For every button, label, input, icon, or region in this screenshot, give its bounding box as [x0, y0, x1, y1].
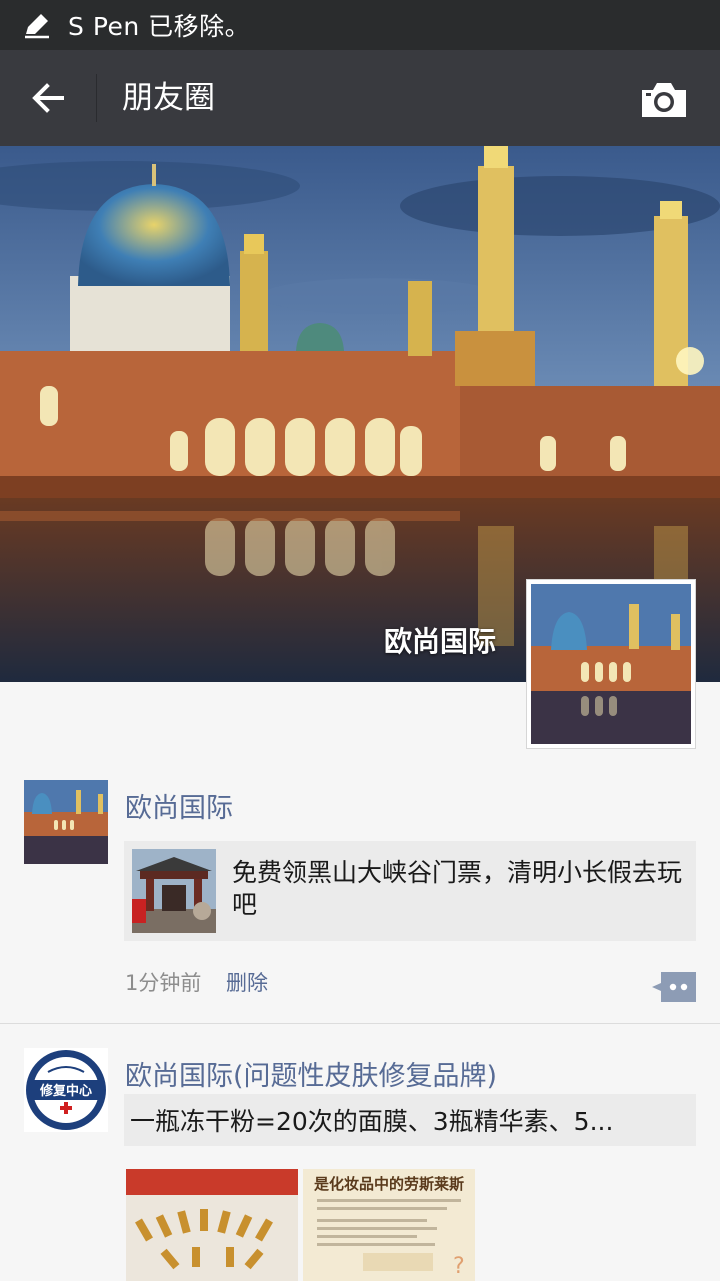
shared-link-card[interactable]: 免费领黑山大峡谷门票，清明小长假去玩吧 [124, 841, 696, 941]
post-caption[interactable]: 一瓶冻干粉=20次的面膜、3瓶精华素、5... [124, 1094, 696, 1146]
post-caption-text: 一瓶冻干粉=20次的面膜、3瓶精华素、5... [130, 1107, 614, 1136]
post-divider [0, 1023, 720, 1024]
vials-image [126, 1169, 298, 1281]
back-arrow-icon[interactable] [28, 78, 68, 118]
comment-icon[interactable] [652, 972, 696, 1002]
post-avatar[interactable] [24, 780, 108, 864]
title-bar: 朋友圈 [0, 50, 720, 146]
brand-logo-text: 修复中心 [39, 1083, 92, 1099]
post-username[interactable]: 欧尚国际 [125, 786, 233, 825]
post-image[interactable]: 是化妆品中的劳斯莱斯 ? [303, 1169, 475, 1281]
svg-text:?: ? [453, 1254, 465, 1279]
status-message: S Pen 已移除。 [68, 12, 251, 41]
post-image[interactable] [126, 1169, 298, 1281]
post-avatar[interactable]: 修复中心 [24, 1048, 108, 1132]
shared-link-thumbnail [132, 849, 216, 933]
ad-poster-headline: 是化妆品中的劳斯莱斯 [313, 1175, 464, 1193]
pen-icon [25, 14, 49, 39]
gate-image [132, 849, 216, 933]
camera-icon[interactable] [638, 80, 690, 120]
avatar-image [531, 584, 691, 744]
delete-button[interactable]: 删除 [226, 967, 268, 997]
status-bar: S Pen 已移除。 [0, 0, 720, 50]
brand-logo: 修复中心 [26, 1050, 106, 1130]
shared-link-title: 免费领黑山大峡谷门票，清明小长假去玩吧 [232, 858, 683, 919]
post-time: 1分钟前 [125, 971, 202, 995]
title-divider [96, 74, 97, 122]
post-username[interactable]: 欧尚国际(问题性皮肤修复品牌) [125, 1054, 497, 1093]
avatar-image [24, 780, 108, 864]
page-title: 朋友圈 [122, 80, 215, 116]
cover-username[interactable]: 欧尚国际 [384, 620, 496, 660]
profile-avatar[interactable] [527, 580, 695, 748]
ad-poster-image: 是化妆品中的劳斯莱斯 ? [303, 1169, 475, 1281]
